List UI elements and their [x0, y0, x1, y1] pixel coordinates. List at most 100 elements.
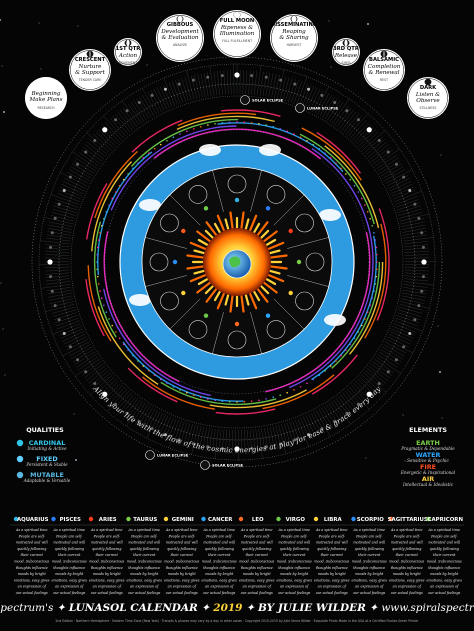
- spectrum-dot: [360, 197, 363, 200]
- spectrum-dot: [265, 124, 267, 126]
- footer-part: ✦: [366, 602, 381, 614]
- star-icon: [222, 24, 224, 26]
- phase-keyword: Action: [118, 53, 138, 59]
- sign-element-icon: [201, 516, 206, 522]
- spectrum-dot: [105, 311, 108, 313]
- spectrum-dot: [243, 401, 246, 403]
- element-dot: [234, 197, 240, 203]
- spectrum-dot: [97, 283, 100, 285]
- spectrum-dot: [96, 253, 98, 256]
- sign-description-line: motivated and will: [16, 541, 48, 545]
- sign-description-line: an expression of: [355, 585, 384, 589]
- quality-desc: Initiating & Active: [26, 446, 67, 451]
- moon-phase-dot: [333, 101, 337, 105]
- spectrum-dot: [375, 246, 378, 249]
- eclipse-icon: [145, 450, 155, 460]
- sign-element-icon: [126, 516, 131, 522]
- sign-description-line: moods by bright: [430, 572, 459, 576]
- spectrum-dot: [186, 391, 188, 394]
- footer-part: www.spiralspectrum.com: [381, 602, 474, 614]
- sign-description-line: As a spiritual time: [428, 528, 460, 532]
- star-icon: [0, 282, 2, 284]
- sign-description-line: mood. Subconscious: [389, 560, 424, 564]
- sign-description-line: thoughts influence: [91, 566, 123, 570]
- sign-description-line: our actual feelings: [16, 591, 48, 595]
- sign-description-line: mood. Subconscious: [427, 560, 462, 564]
- sign-description-line: quickly following: [167, 547, 197, 551]
- sign-description-line: mood. Subconscious: [314, 560, 349, 564]
- spectrum-dot: [369, 304, 371, 307]
- spectrum-dot: [306, 139, 308, 142]
- sign-element-icon: [163, 516, 169, 522]
- spectrum-dot: [299, 385, 302, 388]
- sign-description-line: As a spiritual time: [53, 528, 85, 532]
- star-icon: [404, 460, 406, 462]
- phase-name: DARK: [420, 85, 437, 91]
- sign-description-line: our actual feelings: [53, 591, 85, 595]
- sign-description-line: emotions, easy gives: [201, 578, 237, 582]
- sign-description-line: As a spiritual time: [315, 528, 347, 532]
- sign-description-line: our actual feelings: [278, 591, 310, 595]
- moon-phase-dot: [114, 118, 118, 122]
- moon-phase-dot: [84, 370, 88, 374]
- quality-icon: [16, 471, 24, 479]
- spectrum-dot: [132, 354, 134, 357]
- spectrum-dot: [324, 152, 326, 154]
- moon-phase-dot: [76, 358, 80, 362]
- sign-description-line: thoughts influence: [53, 566, 85, 570]
- phase-name: CRESCENT: [75, 57, 106, 63]
- cloud: [129, 294, 151, 306]
- spectrum-dot: [340, 167, 342, 170]
- sign-description-line: quickly following: [130, 547, 160, 551]
- sign-description-line: motivated and will: [241, 541, 273, 545]
- phase-disseminating: DISSEMINATINGReaping& SharingHARVEST: [270, 14, 318, 62]
- phase-subtext: FULL FULFILLMENT: [222, 39, 252, 43]
- sign-name: TAURUS: [133, 517, 157, 523]
- spectrum-dot: [199, 396, 202, 399]
- star-icon: [330, 66, 332, 68]
- spectrum-dot: [250, 121, 253, 124]
- sign-name: PISCES: [60, 517, 81, 523]
- phase-1st-qtr: 1ST QTRAction MOVEMENT: [114, 38, 142, 66]
- sign-description-line: People are self-: [93, 534, 121, 538]
- moon-phase-dot: [356, 118, 360, 122]
- sign-description-line: moods by bright: [355, 572, 384, 576]
- sign-description-line: our actual feelings: [428, 591, 460, 595]
- phase-subtext: REST: [380, 78, 388, 82]
- sign-description-line: moods by bright: [55, 572, 84, 576]
- eclipse-label: SOLAR ECLIPSE: [212, 464, 244, 468]
- footer-part: ✦: [53, 602, 68, 614]
- moon-phase-dot: [76, 162, 80, 166]
- sign-description-line: People are self-: [280, 534, 308, 538]
- spectrum-dot: [335, 162, 337, 164]
- sign-description-line: People are self-: [130, 534, 158, 538]
- spectrum-dot: [99, 232, 101, 234]
- sign-description-line: their current: [321, 553, 344, 557]
- moon-phase-dot: [220, 74, 224, 78]
- spectrum-dot: [373, 232, 375, 234]
- spectrum-dot: [236, 121, 238, 123]
- sign-description-line: People are self-: [430, 534, 458, 538]
- sign-description-line: emotions, easy gives: [89, 578, 125, 582]
- moon-phase-dot: [47, 259, 53, 265]
- spectrum-dot: [100, 224, 103, 227]
- spectrum-dot: [329, 365, 332, 367]
- phase-keyword: Illumination: [219, 31, 255, 37]
- sign-description-line: their current: [358, 553, 381, 557]
- moon-phase-dot: [408, 332, 412, 336]
- spectrum-dot: [199, 125, 202, 128]
- phase-subtext: STILLNESS: [420, 106, 437, 110]
- spectrum-dot: [312, 378, 315, 381]
- sign-description-line: mood. Subconscious: [127, 560, 162, 564]
- sign-description-line: mood. Subconscious: [164, 560, 199, 564]
- sign-description-line: our actual feelings: [166, 591, 198, 595]
- spectrum-dot: [96, 261, 98, 263]
- spectrum-dot: [166, 382, 168, 385]
- moon-phase-dot: [417, 304, 421, 308]
- moon-phase-dot: [137, 101, 141, 105]
- moon-phase-dot: [62, 188, 66, 192]
- moon-phase-dot: [421, 245, 425, 249]
- spectrum-dot: [172, 136, 175, 139]
- spectrum-dot: [243, 121, 246, 123]
- moon-phase-dot: [68, 345, 72, 349]
